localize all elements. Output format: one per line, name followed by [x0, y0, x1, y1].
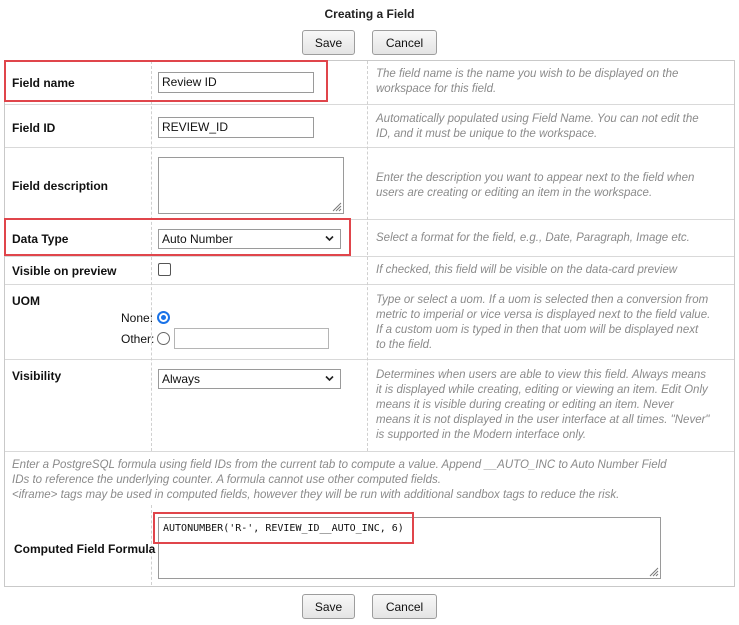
uom-none-radio[interactable] — [157, 311, 170, 324]
visibility-help: Determines when users are able to view t… — [376, 369, 710, 441]
save-button-bottom[interactable]: Save — [302, 594, 355, 619]
column-divider — [367, 61, 368, 451]
row-divider — [5, 451, 734, 452]
save-button-top[interactable]: Save — [302, 30, 355, 55]
field-id-input[interactable]: REVIEW_ID — [158, 117, 314, 138]
visibility-selected: Always — [162, 372, 201, 386]
highlight-field-name — [4, 60, 328, 102]
field-id-help: Automatically populated using Field Name… — [376, 113, 699, 140]
computed-formula-label: Computed Field Formula — [14, 542, 156, 556]
chevron-down-icon — [325, 375, 334, 382]
uom-other-label: Other: — [121, 332, 155, 346]
data-type-help: Select a format for the field, e.g., Dat… — [376, 232, 690, 244]
resize-grip-icon[interactable] — [647, 565, 659, 577]
visibility-label: Visibility — [12, 369, 62, 383]
row-divider — [5, 104, 734, 105]
field-description-textarea[interactable] — [158, 157, 344, 214]
field-name-help: The field name is the name you wish to b… — [376, 68, 679, 95]
visible-on-preview-label: Visible on preview — [12, 264, 117, 278]
computed-field-help: Enter a PostgreSQL formula using field I… — [12, 459, 667, 501]
row-divider — [5, 256, 734, 257]
visibility-select[interactable]: Always — [158, 369, 341, 389]
field-description-help: Enter the description you want to appear… — [376, 172, 695, 199]
cancel-button-bottom[interactable]: Cancel — [372, 594, 437, 619]
resize-grip-icon[interactable] — [330, 200, 342, 212]
uom-label: UOM — [12, 294, 40, 308]
row-divider — [5, 359, 734, 360]
uom-other-radio[interactable] — [157, 332, 170, 345]
visible-on-preview-help: If checked, this field will be visible o… — [376, 264, 678, 276]
row-divider — [5, 147, 734, 148]
page-title: Creating a Field — [324, 7, 415, 21]
highlight-data-type — [4, 218, 351, 256]
uom-none-label: None: — [121, 311, 154, 325]
row-divider — [5, 284, 734, 285]
uom-other-input[interactable] — [174, 328, 329, 349]
visible-on-preview-checkbox[interactable] — [158, 263, 171, 276]
field-id-label: Field ID — [12, 121, 56, 135]
column-divider — [151, 61, 152, 451]
field-description-label: Field description — [12, 179, 109, 193]
highlight-computed-formula — [153, 512, 414, 544]
cancel-button-top[interactable]: Cancel — [372, 30, 437, 55]
uom-help: Type or select a uom. If a uom is select… — [376, 294, 711, 351]
